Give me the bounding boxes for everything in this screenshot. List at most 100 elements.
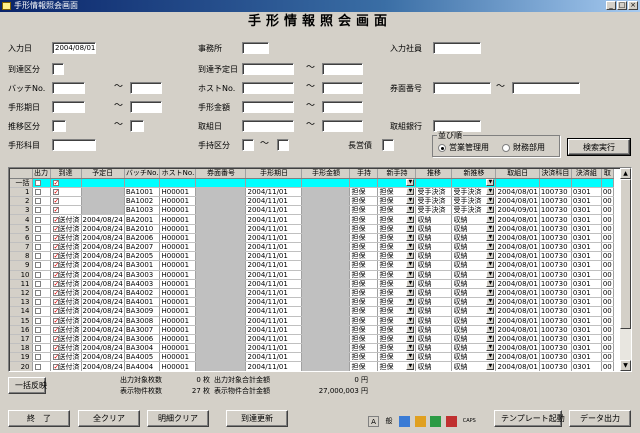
bulk-cell[interactable]	[495, 178, 540, 188]
new-hold-cell[interactable]: ▼ 担保	[377, 334, 417, 345]
new-hold-cell[interactable]: ▼ 担保	[377, 343, 417, 354]
bill-hand-class-to[interactable]	[277, 139, 289, 151]
arrival-cell[interactable]: ✓	[50, 205, 82, 216]
bill-no-from[interactable]	[433, 82, 491, 94]
output-checkbox[interactable]	[34, 308, 41, 315]
template-button[interactable]: テンプレート起動	[494, 410, 565, 427]
bulk-cell[interactable]	[349, 178, 379, 188]
ime-pad-icon[interactable]	[430, 416, 442, 427]
grid-header-cell[interactable]: 予定日	[81, 169, 125, 179]
output-cell[interactable]	[32, 297, 51, 308]
clear-all-button[interactable]: 全クリア	[78, 410, 140, 427]
output-checkbox[interactable]	[34, 188, 41, 195]
bulk-cell[interactable]	[245, 178, 303, 188]
new-hold-cell[interactable]: ▼ 担保	[377, 187, 417, 198]
exit-button[interactable]: 終 了	[8, 410, 70, 427]
arrival-cell[interactable]: ✓送付済	[50, 288, 82, 299]
arrival-checkbox[interactable]: ✓	[52, 207, 59, 214]
table-row[interactable]: 17 ✓送付済 2004/08/24 BA3006 H00001 2004/11/01 担保…	[10, 334, 614, 345]
arrival-cell[interactable]: ✓送付済	[50, 233, 82, 244]
output-checkbox[interactable]	[34, 234, 41, 241]
arrival-cell[interactable]: ✓送付済	[50, 214, 82, 225]
ime-mode-icon[interactable]: A	[368, 416, 379, 427]
chevron-down-icon[interactable]: ▼	[406, 187, 415, 195]
new-hold-cell[interactable]: ▼ 担保	[377, 288, 417, 299]
output-checkbox[interactable]	[34, 363, 41, 370]
new-transfer-cell[interactable]: ▼ 受手決済	[451, 187, 497, 198]
arrival-cell[interactable]: ✓送付済	[50, 316, 82, 326]
grid-header-cell[interactable]: 新推移	[451, 169, 497, 179]
arrival-cell[interactable]: ✓送付済	[50, 260, 82, 271]
output-checkbox[interactable]	[34, 198, 41, 205]
input-date-field[interactable]: 2004/08/01	[52, 42, 96, 54]
arrival-cell[interactable]: ✓送付済	[50, 251, 82, 262]
new-hold-cell[interactable]: ▼ 担保	[377, 205, 417, 216]
table-row[interactable]: 7 ✓送付済 2004/08/24 BA2007 H00001 2004/11/01 担保 ▼…	[10, 242, 614, 253]
bulk-cell[interactable]	[601, 178, 614, 188]
chevron-down-icon[interactable]: ▼	[406, 224, 415, 232]
scroll-down-button[interactable]: ▼	[620, 360, 631, 371]
arrival-cell[interactable]: ✓送付済	[50, 325, 82, 335]
arrival-cell[interactable]: ✓	[50, 196, 82, 207]
host-no-from[interactable]	[242, 82, 294, 94]
output-checkbox[interactable]	[34, 207, 41, 214]
table-row[interactable]: 14 ✓送付済 2004/08/24 BA3009 H00001 2004/11/01 担保…	[10, 306, 614, 317]
output-checkbox[interactable]	[34, 262, 41, 269]
table-row[interactable]: 19 ✓送付済 2004/08/24 BA4005 H00001 2004/11/01 担保…	[10, 352, 614, 363]
new-transfer-cell[interactable]: ▼ 収納	[451, 343, 497, 354]
grid-header-cell[interactable]: 新手持	[377, 169, 417, 179]
output-cell[interactable]	[32, 306, 51, 317]
grid-header-cell[interactable]: ホストNo.	[159, 169, 197, 179]
new-hold-cell[interactable]: ▼ 担保	[377, 242, 417, 253]
chevron-down-icon[interactable]: ▼	[486, 233, 495, 241]
new-hold-cell[interactable]: ▼ 担保	[377, 224, 417, 234]
bill-no-to[interactable]	[512, 82, 580, 94]
output-cell[interactable]	[32, 260, 51, 271]
chevron-down-icon[interactable]: ▼	[486, 298, 495, 306]
ime-help-icon[interactable]	[445, 416, 457, 427]
bill-subject-field[interactable]	[52, 139, 96, 151]
grid-header-cell[interactable]: 手持	[349, 169, 379, 179]
output-cell[interactable]	[32, 242, 51, 253]
output-checkbox[interactable]	[34, 345, 41, 352]
chevron-down-icon[interactable]: ▼	[406, 215, 415, 223]
new-transfer-cell[interactable]: ▼ 収納	[451, 361, 497, 371]
new-transfer-cell[interactable]: ▼ 収納	[451, 251, 497, 262]
input-staff-field[interactable]	[433, 42, 481, 54]
table-row[interactable]: 18 ✓送付済 2004/08/24 BA3004 H00001 2004/11/01 担保…	[10, 343, 614, 354]
new-transfer-cell[interactable]: ▼ 収納	[451, 270, 497, 280]
new-transfer-cell[interactable]: ▼ 収納	[451, 325, 497, 335]
long-term-field[interactable]	[382, 139, 394, 151]
chevron-down-icon[interactable]: ▼	[406, 344, 415, 352]
new-hold-cell[interactable]: ▼ 担保	[377, 279, 417, 289]
table-row[interactable]: 4 ✓送付済 2004/08/24 BA2001 H00001 2004/11/01 担保 ▼…	[10, 214, 614, 225]
office-field[interactable]	[242, 42, 269, 54]
output-cell[interactable]	[32, 352, 51, 363]
bill-due-from[interactable]	[52, 101, 85, 113]
chevron-down-icon[interactable]: ▼	[406, 261, 415, 269]
bulk-apply-button[interactable]: 一括反映	[8, 377, 47, 394]
table-row[interactable]: 12 ✓送付済 2004/08/24 BA4002 H00001 2004/11/01 担保…	[10, 288, 614, 299]
grid-header-cell[interactable]: 手形金額	[301, 169, 351, 179]
chevron-down-icon[interactable]: ▼	[406, 362, 415, 370]
chevron-down-icon[interactable]: ▼	[406, 243, 415, 251]
arrival-plan-date-from[interactable]	[242, 63, 294, 75]
chevron-down-icon[interactable]: ▼	[486, 206, 495, 214]
chevron-down-icon[interactable]: ▼	[406, 316, 415, 324]
new-hold-cell[interactable]: ▼ 担保	[377, 325, 417, 335]
new-hold-cell[interactable]: ▼ 担保	[377, 270, 417, 280]
update-arrival-button[interactable]: 到達更新	[226, 410, 288, 427]
new-transfer-cell[interactable]: ▼ 収納	[451, 224, 497, 234]
host-no-to[interactable]	[322, 82, 363, 94]
bulk-cell[interactable]	[159, 178, 197, 188]
table-row[interactable]: 20 ✓送付済 2004/08/24 BA4004 H00001 2004/11/01 担保…	[10, 361, 614, 371]
chevron-down-icon[interactable]: ▼	[486, 270, 495, 278]
new-hold-cell[interactable]: ▼ 担保	[377, 306, 417, 317]
chevron-down-icon[interactable]: ▼	[486, 187, 495, 195]
output-cell[interactable]	[32, 288, 51, 299]
chevron-down-icon[interactable]: ▼	[486, 325, 495, 333]
grid-header-cell[interactable]: 到達	[50, 169, 82, 179]
ime-kanji-label[interactable]: 般	[384, 416, 395, 427]
output-cell[interactable]	[32, 214, 51, 225]
new-hold-cell[interactable]: ▼ 担保	[377, 196, 417, 207]
